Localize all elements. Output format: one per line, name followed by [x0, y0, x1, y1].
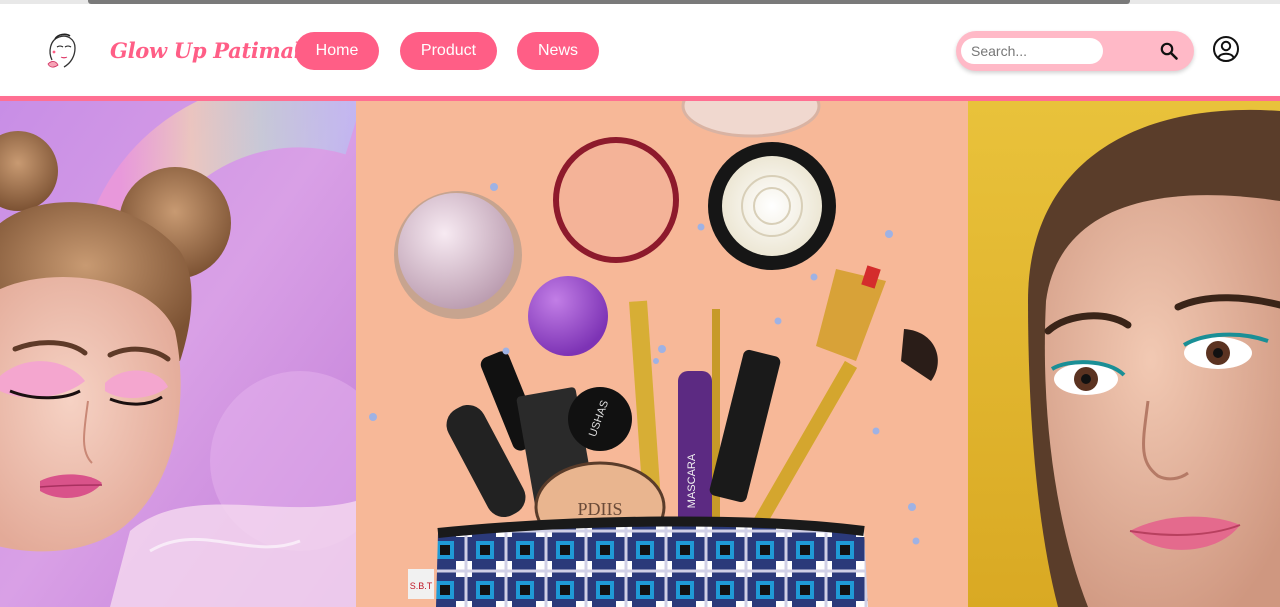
- hero-image-center: USHAS MASCARA PDIIS S.B.T: [356, 101, 968, 607]
- hero-banner: USHAS MASCARA PDIIS S.B.T: [0, 101, 1280, 607]
- hero-image-right: [968, 101, 1280, 607]
- nav-home-button[interactable]: Home: [295, 32, 379, 70]
- svg-text:MASCARA: MASCARA: [686, 453, 698, 508]
- makeup-face-logo-icon[interactable]: [42, 30, 82, 72]
- svg-text:PDIIS: PDIIS: [577, 499, 622, 519]
- search-icon[interactable]: [1159, 41, 1179, 61]
- search-input[interactable]: [961, 38, 1103, 64]
- svg-text:S.B.T: S.B.T: [410, 581, 433, 591]
- site-header: Glow Up Patimah Home Product News: [0, 4, 1280, 96]
- brand-name[interactable]: Glow Up Patimah: [110, 38, 309, 63]
- user-account-icon[interactable]: [1212, 35, 1240, 63]
- nav-product-button[interactable]: Product: [400, 32, 497, 70]
- search-bar: [956, 31, 1194, 71]
- hero-image-left: [0, 101, 356, 607]
- nav-news-button[interactable]: News: [517, 32, 599, 70]
